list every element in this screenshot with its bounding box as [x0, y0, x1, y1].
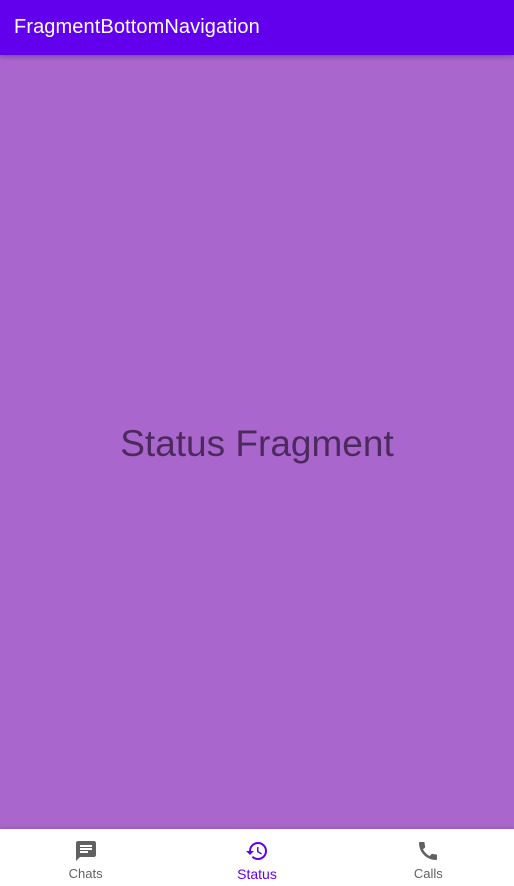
- nav-item-status[interactable]: Status: [171, 829, 342, 886]
- app-window: FragmentBottomNavigation Status Fragment…: [0, 0, 514, 886]
- fragment-container: Status Fragment: [0, 55, 514, 829]
- phone-icon: [416, 839, 440, 863]
- nav-item-chats[interactable]: Chats: [0, 829, 171, 886]
- fragment-label: Status Fragment: [120, 423, 394, 464]
- app-bar: FragmentBottomNavigation: [0, 0, 514, 55]
- chat-icon: [74, 839, 98, 863]
- nav-label-calls: Calls: [413, 866, 443, 881]
- nav-item-calls[interactable]: Calls: [343, 829, 514, 886]
- nav-label-chats: Chats: [68, 866, 103, 881]
- app-bar-title: FragmentBottomNavigation: [14, 16, 260, 38]
- bottom-navigation: Chats Status Calls: [0, 829, 514, 886]
- history-icon: [245, 839, 269, 863]
- nav-label-status: Status: [237, 866, 277, 882]
